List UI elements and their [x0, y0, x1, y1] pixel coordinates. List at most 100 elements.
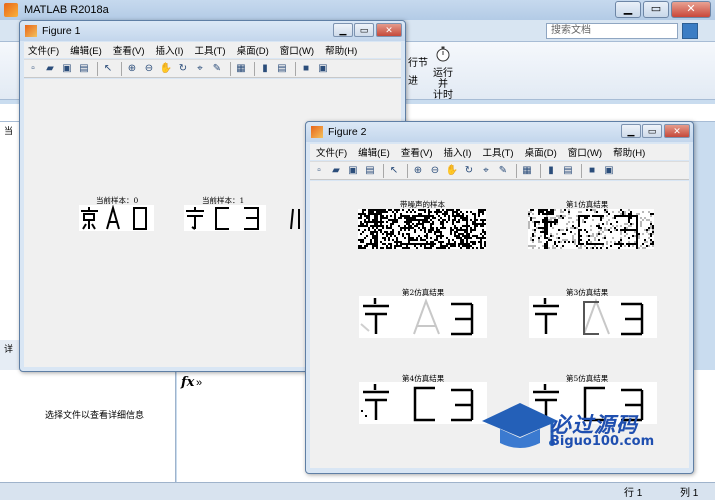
noise-pixel [368, 217, 370, 219]
status-col: 列 1 [680, 488, 699, 499]
link-plot-icon[interactable]: ▦ [234, 62, 248, 76]
main-close-button[interactable]: ✕ [671, 1, 711, 18]
menu-window[interactable]: 窗口(W) [568, 145, 602, 159]
noise-pixel [396, 241, 398, 243]
noise-pixel [376, 227, 378, 229]
data-cursor-icon[interactable]: ⌖ [193, 62, 207, 76]
figure-2-minimize-button[interactable]: ▁ [621, 124, 641, 138]
hide-tools-icon[interactable]: ■ [585, 164, 599, 178]
rotate-icon[interactable]: ↻ [176, 62, 190, 76]
show-tools-icon[interactable]: ▣ [316, 62, 330, 76]
noise-pixel [392, 229, 394, 231]
noise-pixel [612, 237, 614, 239]
main-minimize-button[interactable]: ▁ [615, 1, 641, 18]
noise-pixel [620, 209, 622, 211]
new-figure-icon[interactable]: ▫ [26, 62, 40, 76]
noise-pixel [392, 211, 394, 213]
menu-help[interactable]: 帮助(H) [613, 145, 645, 159]
menu-insert[interactable]: 插入(I) [155, 43, 183, 57]
open-file-icon[interactable]: ▰ [43, 62, 57, 76]
search-icon[interactable] [682, 23, 698, 39]
noise-pixel [422, 209, 424, 211]
link-plot-icon[interactable]: ▦ [520, 164, 534, 178]
menu-desktop[interactable]: 桌面(D) [237, 43, 269, 57]
select-arrow-icon[interactable]: ↖ [387, 164, 401, 178]
noise-pixel [482, 209, 484, 211]
figure-1-maximize-button[interactable]: ▭ [354, 23, 374, 37]
noise-pixel [466, 223, 468, 225]
zoom-out-icon[interactable]: ⊖ [428, 164, 442, 178]
figure-1-close-button[interactable]: ✕ [376, 23, 402, 37]
menu-file[interactable]: 文件(F) [316, 145, 347, 159]
menu-tools[interactable]: 工具(T) [194, 43, 225, 57]
noise-pixel [388, 237, 390, 239]
menu-edit[interactable]: 编辑(E) [358, 145, 390, 159]
noise-pixel [568, 241, 570, 243]
show-tools-icon[interactable]: ▣ [602, 164, 616, 178]
noise-pixel [442, 225, 444, 227]
menu-help[interactable]: 帮助(H) [325, 43, 357, 57]
noise-pixel [458, 209, 460, 211]
figure-2-close-button[interactable]: ✕ [664, 124, 690, 138]
main-maximize-button[interactable]: ▭ [643, 1, 669, 18]
noise-pixel [396, 239, 398, 241]
menu-view[interactable]: 查看(V) [401, 145, 433, 159]
colorbar-icon[interactable]: ▮ [258, 62, 272, 76]
menu-desktop[interactable]: 桌面(D) [525, 145, 557, 159]
pan-hand-icon[interactable]: ✋ [445, 164, 459, 178]
noise-pixel [564, 233, 566, 235]
data-cursor-icon[interactable]: ⌖ [479, 164, 493, 178]
ribbon-run-time-label[interactable]: 运行并 计时 [430, 68, 456, 101]
print-icon[interactable]: ▤ [77, 62, 91, 76]
figure-1-menubar: 文件(F) 编辑(E) 查看(V) 插入(I) 工具(T) 桌面(D) 窗口(W… [24, 42, 401, 58]
zoom-in-icon[interactable]: ⊕ [411, 164, 425, 178]
noise-pixel [432, 215, 434, 217]
menu-view[interactable]: 查看(V) [113, 43, 145, 57]
menu-file[interactable]: 文件(F) [28, 43, 59, 57]
save-icon[interactable]: ▣ [346, 164, 360, 178]
noise-pixel [554, 241, 556, 243]
noise-pixel [402, 233, 404, 235]
search-docs-input[interactable]: 搜索文档 [546, 23, 678, 39]
noise-pixel [536, 221, 538, 223]
noise-pixel [406, 233, 408, 235]
new-figure-icon[interactable]: ▫ [312, 164, 326, 178]
noise-pixel [620, 233, 622, 235]
legend-icon[interactable]: ▤ [275, 62, 289, 76]
colorbar-icon[interactable]: ▮ [544, 164, 558, 178]
ribbon-advance-label[interactable]: 进 [408, 72, 418, 87]
main-window-title: MATLAB R2018a [24, 4, 109, 16]
noise-pixel [406, 217, 408, 219]
zoom-out-icon[interactable]: ⊖ [142, 62, 156, 76]
menu-window[interactable]: 窗口(W) [280, 43, 314, 57]
menu-insert[interactable]: 插入(I) [443, 145, 471, 159]
noise-pixel [390, 245, 392, 247]
open-file-icon[interactable]: ▰ [329, 164, 343, 178]
hide-tools-icon[interactable]: ■ [299, 62, 313, 76]
select-arrow-icon[interactable]: ↖ [101, 62, 115, 76]
ribbon-run-section-label[interactable]: 行节 [408, 54, 428, 69]
brush-icon[interactable]: ✎ [210, 62, 224, 76]
noise-pixel [444, 245, 446, 247]
pan-hand-icon[interactable]: ✋ [159, 62, 173, 76]
menu-tools[interactable]: 工具(T) [482, 145, 513, 159]
noise-pixel [406, 219, 408, 221]
save-icon[interactable]: ▣ [60, 62, 74, 76]
noise-pixel [596, 243, 598, 245]
noise-pixel [408, 235, 410, 237]
noise-pixel [570, 231, 572, 233]
figure-2-maximize-button[interactable]: ▭ [642, 124, 662, 138]
noise-pixel [466, 225, 468, 227]
legend-icon[interactable]: ▤ [561, 164, 575, 178]
print-icon[interactable]: ▤ [363, 164, 377, 178]
noise-pixel [460, 215, 462, 217]
figure-1-minimize-button[interactable]: ▁ [333, 23, 353, 37]
menu-edit[interactable]: 编辑(E) [70, 43, 102, 57]
rotate-icon[interactable]: ↻ [462, 164, 476, 178]
noise-pixel [430, 227, 432, 229]
noise-pixel [446, 209, 448, 211]
noise-pixel [450, 227, 452, 229]
zoom-in-icon[interactable]: ⊕ [125, 62, 139, 76]
noise-pixel [446, 221, 448, 223]
brush-icon[interactable]: ✎ [496, 164, 510, 178]
